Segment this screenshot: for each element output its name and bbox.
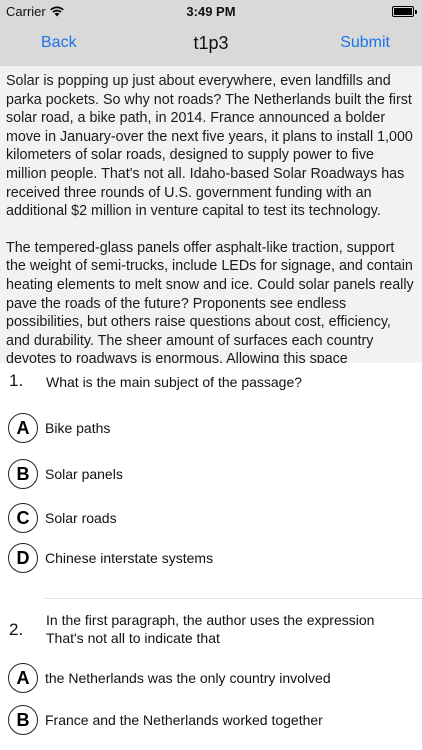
option-text: the Netherlands was the only country inv…	[45, 670, 331, 686]
option-letter-badge: B	[8, 459, 38, 489]
option-b[interactable]: B France and the Netherlands worked toge…	[8, 704, 408, 736]
option-a[interactable]: A Bike paths	[8, 412, 408, 444]
battery-icon	[392, 6, 417, 17]
option-a[interactable]: A the Netherlands was the only country i…	[8, 662, 408, 694]
option-text: France and the Netherlands worked togeth…	[45, 712, 323, 728]
passage-paragraph: The tempered-glass panels offer asphalt-…	[6, 239, 414, 363]
question-number: 1.	[9, 371, 24, 390]
option-text: Solar panels	[45, 466, 123, 482]
passage-paragraph: Solar is popping up just about everywher…	[6, 73, 413, 220]
status-time: 3:49 PM	[186, 4, 236, 19]
option-letter-badge: A	[8, 663, 38, 693]
option-letter-badge: A	[8, 413, 38, 443]
option-b[interactable]: B Solar panels	[8, 458, 408, 490]
question-divider	[44, 598, 422, 599]
question-text: In the first paragraph, the author uses …	[46, 612, 375, 646]
option-text: Chinese interstate systems	[45, 550, 214, 566]
option-text: Bike paths	[45, 420, 111, 436]
submit-button[interactable]: Submit	[340, 34, 390, 52]
option-text: Solar roads	[45, 510, 117, 526]
reading-passage[interactable]: Solar is popping up just about everywher…	[0, 66, 422, 363]
status-bar: Carrier 3:49 PM	[0, 0, 422, 22]
question-number: 2.	[9, 620, 24, 639]
option-d[interactable]: D Chinese interstate systems	[8, 542, 408, 574]
option-letter-badge: D	[8, 543, 38, 573]
option-letter-badge: B	[8, 705, 38, 735]
option-letter-badge: C	[8, 503, 38, 533]
nav-bar: Back t1p3 Submit	[0, 22, 422, 66]
option-c[interactable]: C Solar roads	[8, 502, 408, 534]
question-text: What is the main subject of the passage?	[46, 374, 303, 390]
